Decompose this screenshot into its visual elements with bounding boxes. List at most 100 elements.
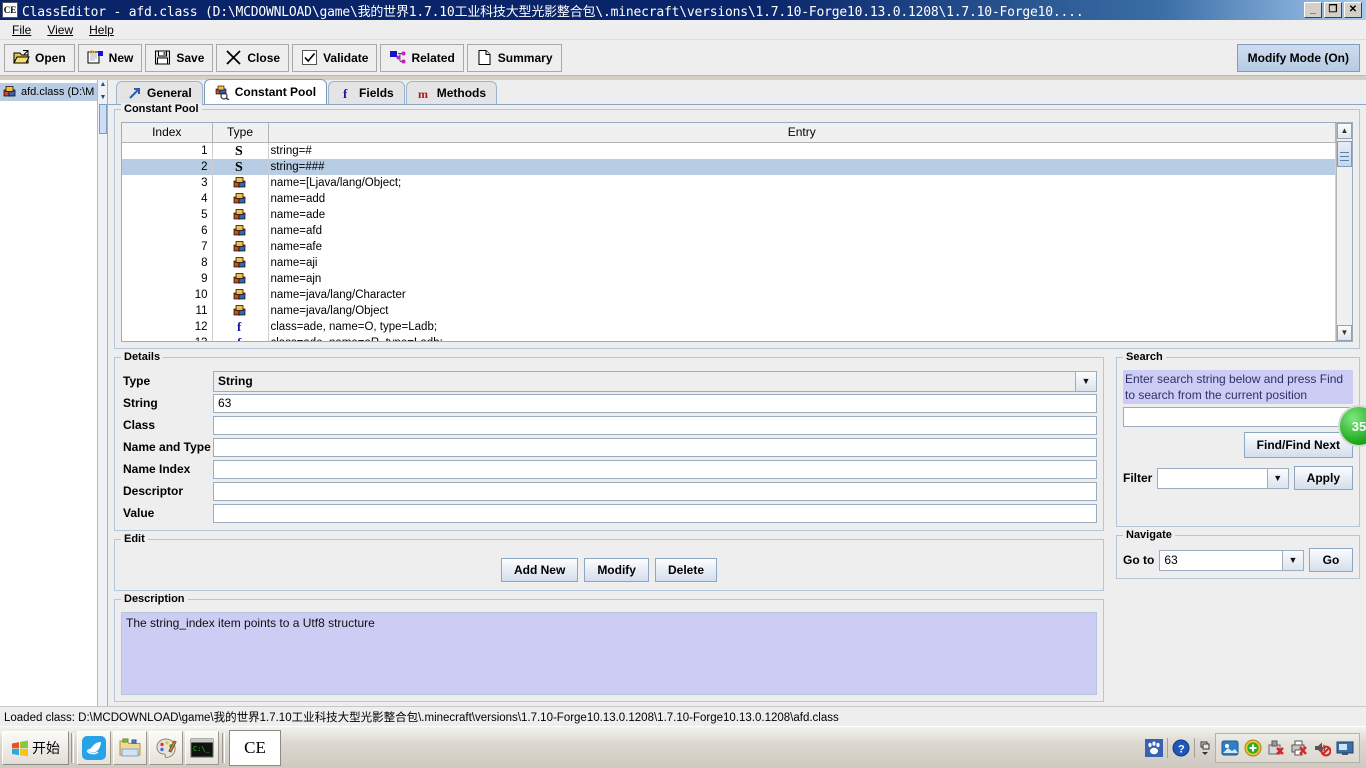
menu-help[interactable]: Help bbox=[81, 21, 122, 39]
details-value[interactable] bbox=[213, 459, 1097, 479]
go-button[interactable]: Go bbox=[1309, 548, 1353, 572]
table-row[interactable]: 1 Sstring=# bbox=[122, 142, 1336, 159]
scrollbar-thumb[interactable] bbox=[99, 104, 107, 134]
column-header-index[interactable]: Index bbox=[122, 123, 213, 143]
tab-fields[interactable]: f Fields bbox=[328, 81, 405, 104]
window-title: ClassEditor - afd.class (D:\MCDOWNLOAD\g… bbox=[22, 4, 1084, 20]
details-value[interactable]: 63 bbox=[213, 393, 1097, 413]
svg-text:f: f bbox=[343, 86, 348, 101]
table-row[interactable]: 9 name=ajn bbox=[122, 270, 1336, 287]
menu-view[interactable]: View bbox=[39, 21, 81, 39]
quick-launch-explorer[interactable] bbox=[113, 730, 147, 765]
goto-value[interactable]: 63 bbox=[1159, 549, 1283, 571]
table-row[interactable]: 3 name=[Ljava/lang/Object; bbox=[122, 174, 1336, 191]
close-button[interactable]: ✕ bbox=[1344, 2, 1362, 18]
cell-entry: name=afe bbox=[268, 238, 1336, 255]
validate-button[interactable]: Validate bbox=[292, 43, 378, 72]
column-header-type[interactable]: Type bbox=[212, 123, 269, 143]
close-button-label: Close bbox=[247, 50, 281, 65]
cell-entry: name=ade bbox=[268, 206, 1336, 223]
sidebar-scrollbar[interactable]: ▲ ▼ bbox=[97, 80, 107, 706]
chevron-down-icon[interactable]: ▼ bbox=[1283, 549, 1304, 571]
paw-icon[interactable] bbox=[1145, 738, 1163, 757]
cell-index: 3 bbox=[122, 174, 213, 191]
image-tray-icon[interactable] bbox=[1221, 739, 1239, 757]
filter-value[interactable] bbox=[1157, 467, 1268, 489]
green-plus-icon[interactable] bbox=[1244, 739, 1262, 757]
table-row[interactable]: 2 Sstring=### bbox=[122, 158, 1336, 175]
validate-button-label: Validate bbox=[323, 50, 369, 65]
menu-file[interactable]: File bbox=[4, 21, 39, 39]
modify-mode-button[interactable]: Modify Mode (On) bbox=[1236, 44, 1360, 72]
taskbar-task-classeditor[interactable]: CE bbox=[229, 729, 281, 766]
table-row[interactable]: 4 name=add bbox=[122, 190, 1336, 207]
scroll-down-button[interactable]: ▼ bbox=[1337, 325, 1352, 341]
open-button[interactable]: Open bbox=[4, 43, 75, 72]
details-value[interactable] bbox=[213, 481, 1097, 501]
save-button[interactable]: Save bbox=[145, 43, 214, 72]
delete-button[interactable]: Delete bbox=[654, 558, 718, 582]
svg-text:S: S bbox=[235, 160, 243, 173]
cell-type: f bbox=[212, 318, 269, 335]
search-input[interactable] bbox=[1123, 407, 1353, 427]
scroll-down-arrow-icon[interactable]: ▼ bbox=[99, 94, 107, 102]
safely-remove-icon[interactable] bbox=[1267, 739, 1285, 757]
details-form: Type String ▼ String 63 Class Name and Type Nam… bbox=[121, 370, 1097, 524]
goto-label: Go to bbox=[1123, 553, 1155, 567]
table-row[interactable]: 13 f class=ade, name=aR, type=Ladb; bbox=[122, 334, 1336, 341]
tray-icon-box bbox=[1215, 732, 1360, 763]
new-button[interactable]: New bbox=[77, 43, 143, 72]
pool-icon bbox=[215, 85, 230, 100]
scroll-up-arrow-icon[interactable]: ▲ bbox=[99, 81, 107, 89]
close-button-toolbar[interactable]: Close bbox=[216, 43, 290, 72]
details-value[interactable] bbox=[213, 415, 1097, 435]
add-new-button[interactable]: Add New bbox=[500, 558, 579, 582]
tab-methods[interactable]: m Methods bbox=[405, 81, 498, 104]
tab-constant-pool[interactable]: Constant Pool bbox=[203, 79, 328, 104]
start-button[interactable]: 开始 bbox=[2, 730, 69, 765]
chevron-down-icon[interactable]: ▼ bbox=[1076, 370, 1097, 392]
printer-error-icon[interactable] bbox=[1290, 739, 1308, 757]
table-row[interactable]: 5 name=ade bbox=[122, 206, 1336, 223]
quick-launch-browser[interactable] bbox=[77, 730, 111, 765]
cell-type: S bbox=[212, 158, 269, 175]
find-next-button[interactable]: Find/Find Next bbox=[1243, 432, 1353, 458]
tree-item-afd-class[interactable]: afd.class (D:\M bbox=[0, 83, 107, 101]
table-row[interactable]: 10 name=java/lang/Character bbox=[122, 286, 1336, 303]
table-row[interactable]: 8 name=aji bbox=[122, 254, 1336, 271]
details-label: Name Index bbox=[123, 462, 191, 476]
scroll-up-button[interactable]: ▲ bbox=[1337, 123, 1352, 139]
details-type-combo[interactable]: String ▼ bbox=[213, 370, 1097, 392]
quick-launch-paint[interactable] bbox=[149, 730, 183, 765]
filter-combo[interactable]: ▼ bbox=[1157, 467, 1289, 489]
show-hidden-icons-icon[interactable] bbox=[1199, 739, 1211, 757]
cell-index: 5 bbox=[122, 206, 213, 223]
help-question-icon[interactable]: ? bbox=[1172, 739, 1190, 757]
table-vertical-scrollbar[interactable]: ▲ ▼ bbox=[1336, 123, 1352, 341]
related-button[interactable]: Related bbox=[380, 43, 464, 72]
apply-button[interactable]: Apply bbox=[1293, 466, 1353, 490]
goto-combo[interactable]: 63 ▼ bbox=[1159, 549, 1304, 571]
display-icon[interactable] bbox=[1336, 739, 1354, 757]
minimize-button[interactable]: _ bbox=[1304, 2, 1322, 18]
restore-button[interactable]: ❐ bbox=[1324, 2, 1342, 18]
chevron-down-icon[interactable]: ▼ bbox=[1267, 467, 1289, 489]
search-group-title: Search bbox=[1123, 351, 1166, 363]
table-row[interactable]: 7 name=afe bbox=[122, 238, 1336, 255]
tab-fields-label: Fields bbox=[359, 86, 394, 100]
column-header-entry[interactable]: Entry bbox=[268, 123, 1336, 143]
scrollbar-thumb[interactable] bbox=[1337, 141, 1352, 167]
table-row[interactable]: 11 name=java/lang/Object bbox=[122, 302, 1336, 319]
modify-button[interactable]: Modify bbox=[584, 558, 649, 582]
table-row[interactable]: 12 f class=ade, name=O, type=Ladb; bbox=[122, 318, 1336, 335]
tab-general[interactable]: General bbox=[116, 81, 203, 104]
table-row[interactable]: 6 name=afd bbox=[122, 222, 1336, 239]
save-button-label: Save bbox=[176, 50, 205, 65]
summary-button[interactable]: Summary bbox=[466, 43, 562, 72]
volume-muted-icon[interactable] bbox=[1313, 739, 1331, 757]
details-value[interactable]: String bbox=[213, 370, 1076, 392]
package-icon bbox=[233, 273, 246, 284]
details-value[interactable] bbox=[213, 437, 1097, 457]
quick-launch-command-prompt[interactable]: C:\_ bbox=[185, 730, 219, 765]
details-value[interactable] bbox=[213, 503, 1097, 523]
